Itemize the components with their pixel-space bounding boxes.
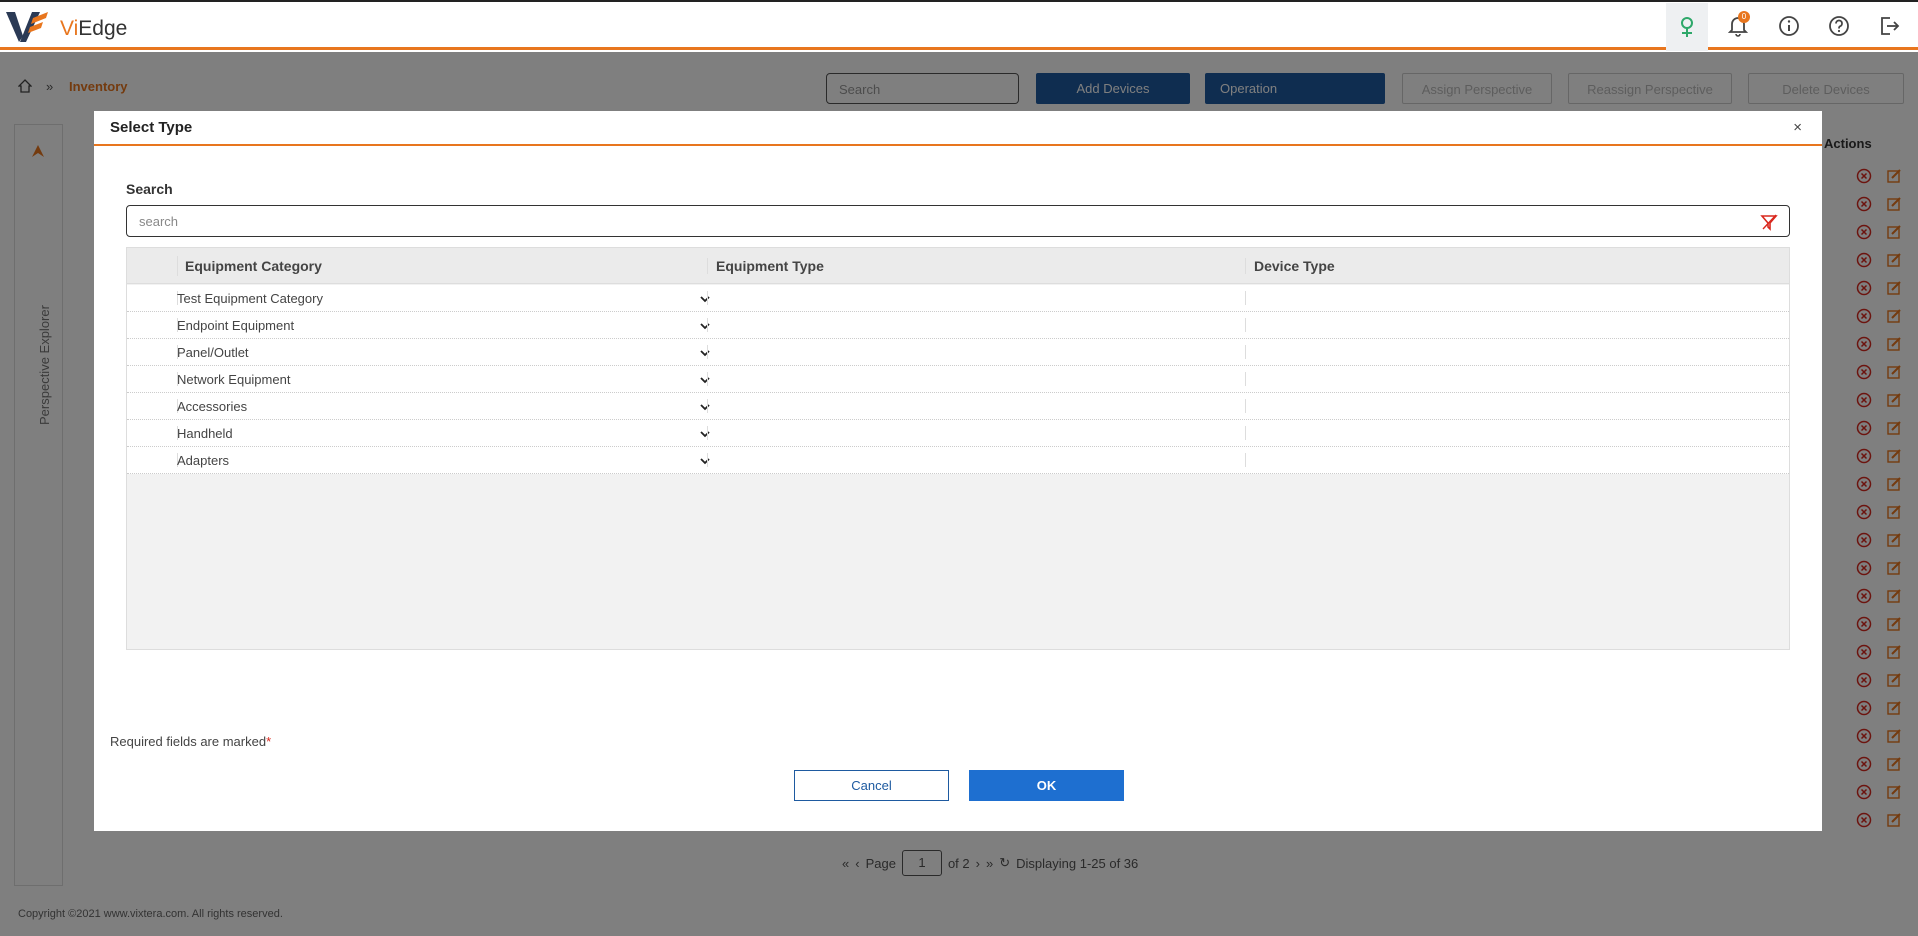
viedge-logo-icon [6,12,48,42]
chevron-down-icon[interactable] [699,293,711,305]
equipment-category-cell: Handheld [177,426,233,441]
column-header-device-type[interactable]: Device Type [1245,258,1335,274]
network-status-icon[interactable] [1666,3,1708,51]
equipment-category-cell: Adapters [177,453,230,468]
dialog-header: Select Type × [94,111,1822,146]
help-icon[interactable] [1825,12,1853,40]
equipment-category-cell: Panel/Outlet [177,345,249,360]
dialog-title: Select Type [110,119,193,136]
equipment-category-cell: Test Equipment Category [177,291,323,306]
required-star: * [266,734,272,749]
info-icon[interactable] [1775,12,1803,40]
app-name: ViEdge [60,17,128,40]
chevron-down-icon[interactable] [699,320,711,332]
ok-button[interactable]: OK [969,770,1124,801]
search-input[interactable] [126,205,1790,237]
table-row[interactable]: Network Equipment [127,366,1789,393]
table-row[interactable]: Adapters [127,447,1789,474]
table-row[interactable]: Endpoint Equipment [127,312,1789,339]
select-type-dialog: Select Type × Search Equipment Category … [94,111,1822,831]
chevron-down-icon[interactable] [699,401,711,413]
table-row[interactable]: Panel/Outlet [127,339,1789,366]
equipment-category-cell: Network Equipment [177,372,291,387]
table-row[interactable]: Accessories [127,393,1789,420]
logout-icon[interactable] [1875,12,1903,40]
column-header-equipment-type[interactable]: Equipment Type [707,258,824,274]
equipment-category-cell: Accessories [177,399,248,414]
table-row[interactable]: Test Equipment Category [127,285,1789,312]
search-label: Search [126,181,173,197]
chevron-down-icon[interactable] [699,347,711,359]
equipment-category-cell: Endpoint Equipment [177,318,295,333]
top-bar: ViEdge 0 [0,0,1918,51]
column-header-equipment-category[interactable]: Equipment Category [177,258,322,274]
required-fields-note: Required fields are marked* [110,734,272,749]
chevron-down-icon[interactable] [699,374,711,386]
chevron-down-icon[interactable] [699,455,711,467]
type-grid: Equipment Category Equipment Type Device… [126,247,1790,650]
close-icon[interactable]: × [1793,119,1802,136]
cancel-button[interactable]: Cancel [794,770,949,801]
table-row[interactable]: Handheld [127,420,1789,447]
clear-filter-icon[interactable] [1760,213,1778,231]
chevron-down-icon[interactable] [699,428,711,440]
grid-header: Equipment Category Equipment Type Device… [127,248,1789,284]
notification-badge: 0 [1738,11,1750,23]
